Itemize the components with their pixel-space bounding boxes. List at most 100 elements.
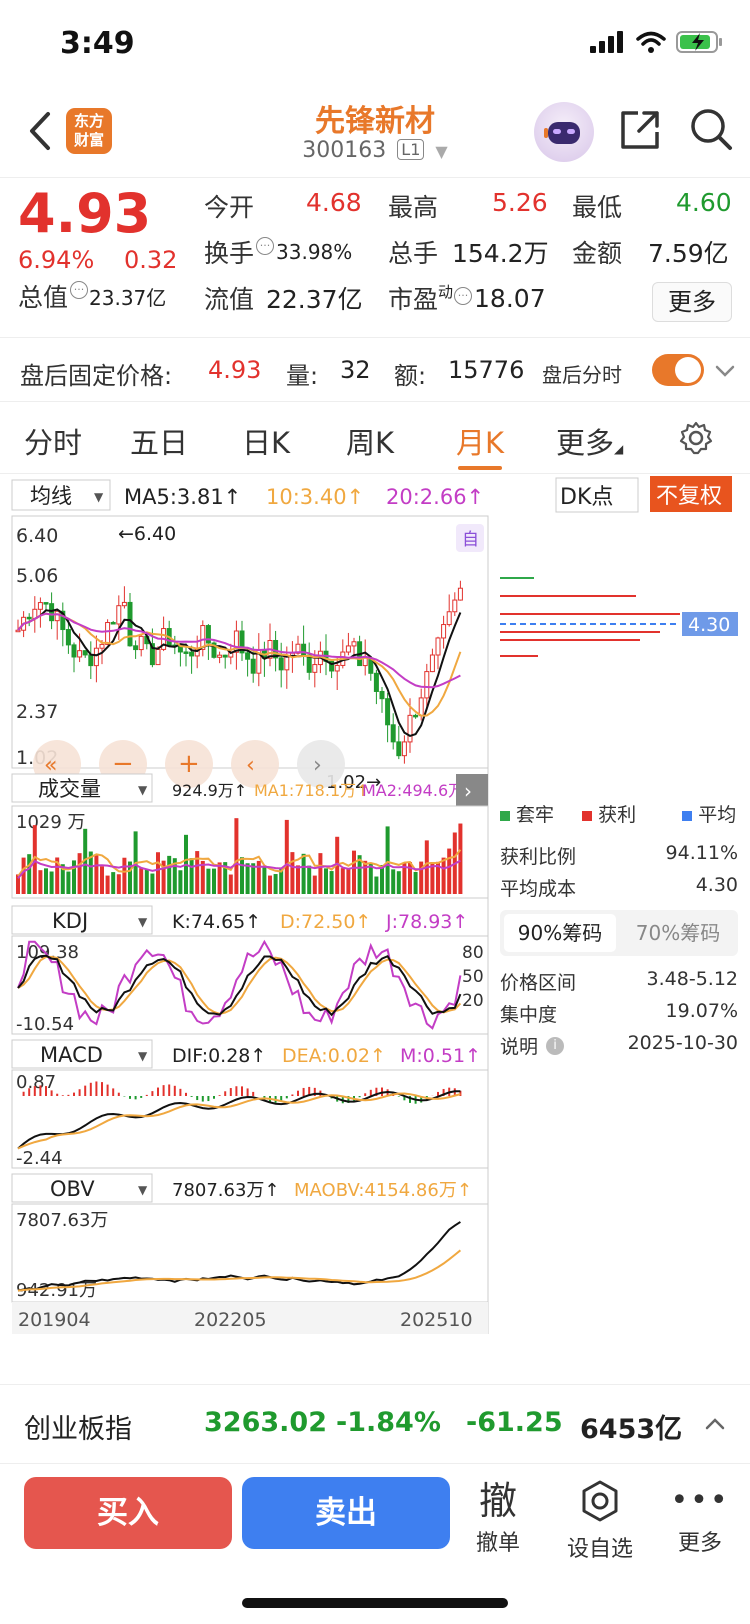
tab-weekly-k[interactable]: 周K	[346, 420, 394, 462]
index-percent: -1.84%	[336, 1407, 441, 1438]
macd-m-value: M:0.51↑	[400, 1045, 481, 1067]
tab-more-label: 更多	[556, 426, 615, 460]
kdj-50-label: 50	[462, 967, 484, 987]
candle-body	[457, 587, 463, 601]
candle-body	[452, 599, 458, 613]
wifi-icon	[636, 31, 666, 53]
volume-bar	[105, 875, 110, 894]
level-badge: L1	[397, 139, 425, 160]
profit-ratio-value: 94.11%	[665, 842, 738, 864]
note-label: 说明	[500, 1036, 539, 1058]
info-icon[interactable]: ···	[256, 237, 275, 255]
candle-body	[183, 651, 189, 654]
concentration-label: 集中度	[500, 1004, 558, 1026]
afterhours-amount: 15776	[448, 356, 525, 384]
more-quote-button[interactable]: 更多	[652, 282, 732, 322]
price-range-value: 3.48-5.12	[646, 968, 738, 990]
candle-body	[385, 698, 391, 726]
candle-body	[278, 657, 284, 671]
volume-bar	[284, 819, 289, 894]
toggle-knob	[675, 357, 701, 383]
volume-bar	[44, 868, 48, 894]
info-icon[interactable]: ···	[454, 287, 473, 305]
share-icon[interactable]	[618, 108, 662, 152]
volume-bar	[380, 865, 384, 894]
chevron-down-icon: ▼	[435, 142, 448, 161]
search-icon[interactable]	[688, 106, 734, 152]
active-tab-indicator	[458, 466, 502, 470]
kdj-selector-label: KDJ	[52, 909, 88, 933]
info-icon[interactable]: ···	[70, 281, 89, 299]
date-label-mid: 202205	[194, 1309, 267, 1331]
chevron-down-icon[interactable]	[714, 360, 736, 382]
candle-body	[334, 664, 340, 672]
ma5-value: MA5:3.81↑	[124, 485, 241, 509]
index-value: 3263.02	[204, 1407, 327, 1438]
legend-swatch-trapped	[500, 811, 510, 821]
candle-body	[88, 654, 94, 667]
tab-chip-70[interactable]: 70%筹码	[622, 914, 734, 952]
expand-panel-button[interactable]	[456, 774, 488, 808]
tab-five-day[interactable]: 五日	[130, 420, 188, 462]
candle-body	[77, 650, 83, 658]
tab-chip-90[interactable]: 90%筹码	[504, 914, 616, 952]
sell-button[interactable]: 卖出	[242, 1477, 450, 1549]
candle-body	[379, 690, 385, 700]
info-icon: i	[546, 1036, 565, 1055]
more-actions-button[interactable]: ••• 更多	[660, 1479, 740, 1557]
obv-ma-value: MAOBV:4154.86万↑	[294, 1180, 472, 1201]
cancel-order-button[interactable]: 撤 撤单	[458, 1479, 538, 1557]
profit-ratio-label: 获利比例	[500, 846, 577, 868]
gear-icon[interactable]	[678, 420, 714, 456]
volume-bar	[329, 871, 334, 894]
change-value: 0.32	[124, 246, 178, 274]
tab-monthly-k[interactable]: 月K	[456, 420, 504, 462]
candle-body	[351, 641, 357, 647]
candle-body	[373, 672, 379, 692]
candle-body	[105, 622, 111, 645]
tab-more[interactable]: 更多◢	[556, 420, 623, 462]
chip-note[interactable]: 说明 i	[500, 1032, 565, 1059]
volume-bar	[240, 857, 244, 894]
buy-button[interactable]: 买入	[24, 1477, 232, 1549]
candle-body	[121, 601, 127, 607]
volume-max-label: 1029 万	[16, 812, 86, 833]
candle-body	[424, 671, 430, 699]
trade-action-bar: 买入 卖出 撤 撤单 设自选 ••• 更多	[0, 1465, 750, 1585]
volume-bar	[273, 874, 278, 894]
obv-top-label: 7807.63万	[16, 1210, 108, 1231]
volume-bar	[262, 867, 267, 894]
candle-body	[222, 654, 228, 658]
volume-bar	[234, 818, 239, 894]
volume-bar	[251, 863, 256, 894]
date-label-end: 202510	[400, 1309, 473, 1331]
index-name: 创业板指	[24, 1414, 132, 1445]
candle-body	[127, 601, 133, 647]
candle-body	[15, 629, 21, 633]
cancel-order-label: 撤单	[475, 1531, 520, 1556]
volume-bar	[441, 857, 446, 894]
volume-bar	[167, 855, 172, 894]
volume-bar	[77, 853, 82, 894]
candle-body	[390, 724, 396, 743]
candle-body	[418, 697, 424, 717]
tab-daily-k[interactable]: 日K	[242, 420, 290, 462]
index-change: -61.25	[466, 1407, 563, 1438]
index-ticker[interactable]: 创业板指 3263.02 -1.84% -61.25 6453亿	[0, 1384, 750, 1464]
volume-bar	[268, 875, 272, 894]
add-watchlist-button[interactable]: 设自选	[560, 1479, 640, 1563]
volume-bar	[352, 850, 356, 894]
chevron-up-icon[interactable]	[704, 1415, 726, 1433]
total-cap: 总值 ··· 23.37亿	[18, 281, 167, 312]
tab-intraday[interactable]: 分时	[24, 420, 82, 462]
volume-selector-label: 成交量	[38, 777, 101, 801]
legend-swatch-profit	[582, 811, 593, 821]
ai-assistant-avatar[interactable]	[534, 102, 594, 162]
volume-value: 924.9万↑	[172, 781, 247, 800]
more-dots-icon: •••	[670, 1483, 730, 1518]
amount-label: 金额	[572, 239, 623, 268]
afterhours-toggle[interactable]	[652, 354, 704, 386]
volume-bar	[21, 857, 26, 894]
y-label-3: 2.37	[16, 701, 58, 723]
total-vol-value: 154.2万	[452, 239, 549, 268]
